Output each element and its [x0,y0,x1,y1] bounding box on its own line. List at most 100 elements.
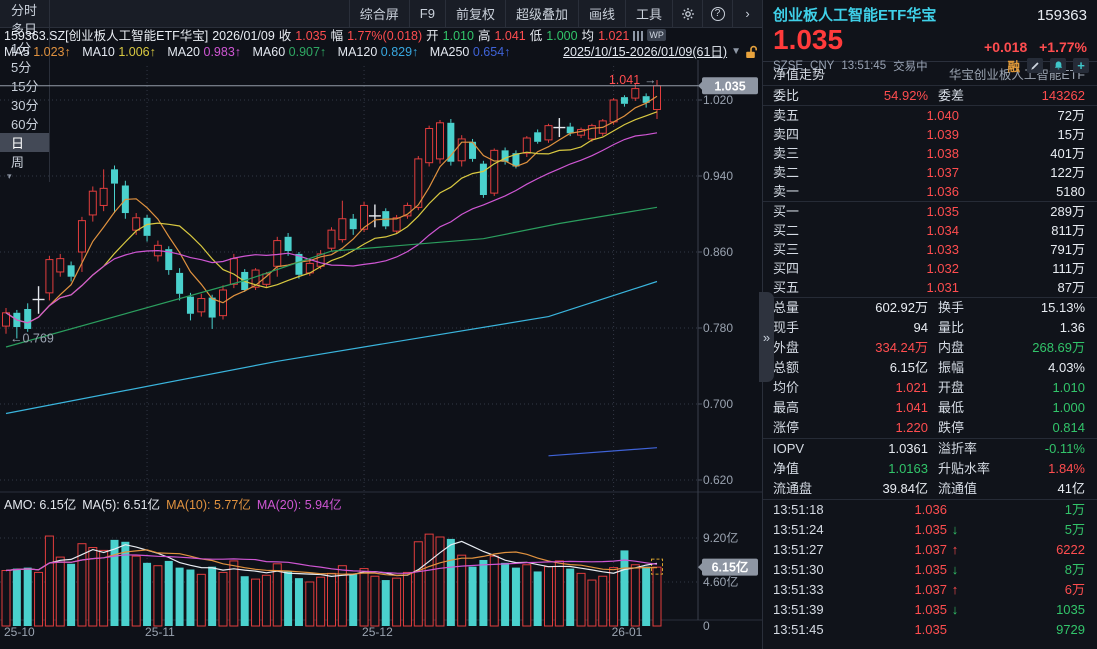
orderbook-row-ask-2[interactable]: 卖二1.037122万 [763,163,1097,182]
orderbook-row-ask-3[interactable]: 卖三1.038401万 [763,144,1097,163]
level-label: 卖一 [773,182,829,201]
tick-direction-icon [947,500,963,520]
currency-label: CNY [810,60,834,72]
stat-label-turnover: 换手 [928,298,1016,318]
level-volume: 401万 [959,144,1085,163]
orderbook-row-bid-1[interactable]: 买一1.035289万 [763,202,1097,221]
level-price: 1.034 [829,221,959,240]
level-label: 卖五 [773,106,829,125]
instrument-info-bar: 159363.SZ[创业板人工智能ETF华宝]2026/01/09收1.035幅… [0,28,762,44]
svg-text:6.15亿: 6.15亿 [712,560,749,575]
volume-profile-wp-icon[interactable]: WP [633,29,670,43]
edit-icon[interactable] [1027,58,1043,73]
tick-price: 1.036 [857,500,947,520]
stat-value-total-amount: 6.15亿 [837,358,928,378]
level-price: 1.037 [829,163,959,182]
tool-composite[interactable]: 综合屏 [349,0,409,27]
stat-label-low: 最低 [928,398,1016,418]
orderbook-row-ask-1[interactable]: 卖一1.0365180 [763,182,1097,201]
tick-price: 1.035 [857,560,947,580]
level-label: 卖二 [773,163,829,182]
tick-row[interactable]: 13:51:331.037↑6万 [763,580,1097,600]
svg-text:1.041: 1.041 [609,73,640,87]
tick-row[interactable]: 13:51:391.035↓1035 [763,600,1097,620]
help-icon[interactable]: ? [702,0,732,27]
stat-value-iopv: 1.0361 [837,439,928,459]
svg-text:0.940: 0.940 [703,169,733,183]
stat-label-total-volume: 总量 [773,298,837,318]
tick-row[interactable]: 13:51:451.0359729 [763,620,1097,640]
tool-tool[interactable]: 工具 [625,0,672,27]
stat-value-limit-down: 0.814 [1016,418,1085,438]
period-high-annotation: 1.041 → [609,73,657,87]
level-volume: 15万 [959,125,1085,144]
stat-label-inner-disc: 内盘 [928,338,1016,358]
orderbook-row-bid-5[interactable]: 买五1.03187万 [763,278,1097,297]
tick-row[interactable]: 13:51:241.035↓5万 [763,520,1097,540]
orderbook-row-ask-5[interactable]: 卖五1.04072万 [763,106,1097,125]
tick-time: 13:51:30 [773,560,857,580]
price-change: +0.018 +1.77% [984,39,1087,55]
orderbook-row-ask-4[interactable]: 卖四1.03915万 [763,125,1097,144]
tick-row[interactable]: 13:51:271.037↑6222 [763,540,1097,560]
date-range-link[interactable]: 2025/10/15-2026/01/09(61日) [563,44,727,60]
ask-levels: 卖五1.04072万卖四1.03915万卖三1.038401万卖二1.03712… [763,106,1097,202]
vol-legend-vma20: MA(20): 5.94亿 [257,498,342,512]
tick-time: 13:51:33 [773,580,857,600]
svg-text:0.620: 0.620 [703,473,733,487]
settings-gear-icon[interactable] [672,0,702,27]
level-price: 1.038 [829,144,959,163]
unlock-icon[interactable] [745,45,758,59]
level-volume: 122万 [959,163,1085,182]
level-label: 买二 [773,221,829,240]
panel-collapse-handle[interactable]: » [759,292,774,382]
orderbook-row-bid-2[interactable]: 买二1.034811万 [763,221,1097,240]
weicha-value: 143262 [1016,86,1085,105]
period-low-annotation: ←0.769 [10,331,54,345]
tick-row[interactable]: 13:51:301.035↓8万 [763,560,1097,580]
orderbook-row-bid-3[interactable]: 买三1.033791万 [763,240,1097,259]
tool-f9[interactable]: F9 [409,0,445,27]
svg-text:25-12: 25-12 [362,625,393,639]
weibi-label: 委比 [773,86,837,105]
stat-value-float-value: 41亿 [1016,479,1085,499]
change-percent: +1.77% [1039,39,1087,55]
quote-panel: 创业板人工智能ETF华宝 159363 1.035 +0.018 +1.77% … [762,0,1097,649]
main-chart-canvas[interactable]: 1.0200.9400.8600.7800.7000.6209.20亿4.60亿… [0,60,762,649]
tick-time: 13:51:27 [773,540,857,560]
stat-label-open: 开盘 [928,378,1016,398]
range-dropdown-caret[interactable]: ▼ [731,44,741,60]
tool-super-overlay[interactable]: 超级叠加 [505,0,578,27]
instrument-title: 创业板人工智能ETF华宝 [773,4,936,25]
tick-row[interactable]: 13:51:181.0361万 [763,500,1097,520]
stat-value-float-shares: 39.84亿 [837,479,928,499]
tab-period-fenshi[interactable]: 分时 [0,0,50,19]
level-volume: 811万 [959,221,1085,240]
stat-label-total-amount: 总额 [773,358,837,378]
field-label-open: 开 [426,29,439,43]
stat-value-nav: 1.0163 [837,459,928,479]
add-icon[interactable]: + [1073,58,1089,73]
tick-list[interactable]: 13:51:181.0361万13:51:241.035↓5万13:51:271… [763,500,1097,640]
svg-text:26-01: 26-01 [612,625,643,639]
level-label: 买一 [773,202,829,221]
alert-bell-icon[interactable] [1050,58,1066,73]
tool-draw-line[interactable]: 画线 [578,0,625,27]
orderbook-row-bid-4[interactable]: 买四1.032111万 [763,259,1097,278]
market-label: SZSE [773,60,803,72]
level-volume: 87万 [959,278,1085,297]
level-price: 1.032 [829,259,959,278]
svg-text:→: → [644,73,657,87]
tool-forward-adjust[interactable]: 前复权 [445,0,505,27]
ma-value-ma60: 0.907↑ [289,45,330,59]
level-volume: 5180 [959,182,1085,201]
ma-label-ma5: MA5 [4,45,33,59]
quote-header: 创业板人工智能ETF华宝 159363 1.035 +0.018 +1.77% … [763,0,1097,62]
svg-text:9.20亿: 9.20亿 [703,530,738,545]
svg-text:0.860: 0.860 [703,245,733,259]
tick-direction-icon: ↓ [947,560,963,580]
chevron-right-icon[interactable]: › [732,0,762,27]
last-price-tag: 1.035 [698,77,758,94]
stat-label-float-shares: 流通盘 [773,479,837,499]
tick-volume: 5万 [963,520,1085,540]
